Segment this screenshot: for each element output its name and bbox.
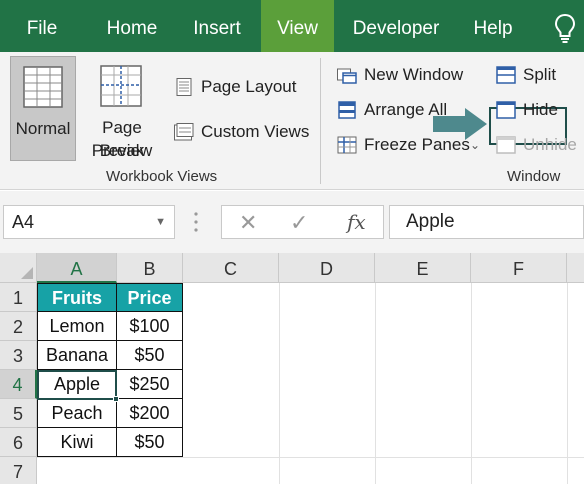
column-header-a[interactable]: A	[37, 253, 117, 283]
pointer-arrow-icon	[433, 108, 487, 140]
custom-views-icon	[174, 123, 194, 141]
gridline	[471, 283, 472, 484]
column-header-f[interactable]: F	[471, 253, 567, 283]
column-header-e[interactable]: E	[375, 253, 471, 283]
fill-handle[interactable]	[113, 396, 119, 402]
gridline	[375, 283, 376, 484]
table-header-price[interactable]: Price	[117, 283, 183, 312]
table-cell[interactable]: Lemon	[37, 312, 117, 341]
column-header-d[interactable]: D	[279, 253, 375, 283]
window-group-label: Window	[507, 168, 561, 185]
row-header-6[interactable]: 6	[0, 428, 37, 457]
normal-view-icon	[23, 66, 63, 108]
ribbon-tab-bar: File Home Insert View Developer Help	[0, 0, 584, 52]
new-window-label: New Window	[364, 65, 464, 84]
formula-buttons: ✕ ✓ fx	[221, 205, 384, 239]
unhide-button[interactable]: Unhide	[496, 132, 580, 158]
cancel-icon[interactable]: ✕	[239, 210, 257, 236]
split-button[interactable]: Split	[496, 62, 566, 88]
formula-input[interactable]: Apple	[389, 205, 584, 239]
row-header-2[interactable]: 2	[0, 312, 37, 341]
split-label: Split	[523, 65, 557, 84]
table-header-fruits[interactable]: Fruits	[37, 283, 117, 312]
hide-icon	[496, 101, 516, 119]
row-header-7[interactable]: 7	[0, 457, 37, 484]
split-icon	[496, 66, 516, 84]
custom-views-button[interactable]: Custom Views	[174, 119, 316, 145]
chevron-down-icon[interactable]: ▼	[155, 206, 166, 238]
page-layout-label: Page Layout	[201, 77, 297, 96]
row-header-5[interactable]: 5	[0, 399, 37, 428]
table-cell[interactable]: $250	[117, 370, 183, 399]
gridline	[567, 283, 568, 484]
tab-file[interactable]: File	[0, 0, 84, 52]
page-layout-button[interactable]: Page Layout	[174, 74, 314, 100]
row-header-3[interactable]: 3	[0, 341, 37, 370]
hide-button[interactable]: Hide	[496, 97, 566, 123]
table-cell[interactable]: $200	[117, 399, 183, 428]
ribbon-view: Normal Page Break Preview Page Layout Cu…	[0, 52, 584, 190]
normal-view-button[interactable]: Normal	[10, 56, 76, 161]
tab-help[interactable]: Help	[464, 0, 522, 52]
select-all-corner[interactable]	[0, 253, 37, 283]
name-box-value: A4	[12, 212, 35, 232]
formula-bar: A4 ▼ ✕ ✓ fx Apple	[0, 191, 584, 253]
page-break-label-line2: Preview	[91, 141, 153, 160]
gridline	[279, 283, 280, 484]
new-window-button[interactable]: New Window	[337, 62, 477, 88]
gridline	[37, 457, 584, 458]
tab-developer[interactable]: Developer	[344, 0, 448, 52]
column-header-c[interactable]: C	[183, 253, 279, 283]
column-header-g[interactable]	[567, 253, 584, 283]
freeze-panes-icon	[337, 136, 357, 154]
page-break-preview-button[interactable]: Page Break Preview	[78, 56, 166, 161]
row-header-4[interactable]: 4	[0, 370, 37, 399]
page-layout-icon	[176, 78, 192, 96]
unhide-icon	[496, 136, 516, 154]
enter-icon[interactable]: ✓	[290, 210, 308, 236]
lightbulb-icon[interactable]	[552, 12, 578, 44]
workbook-views-group-label: Workbook Views	[106, 168, 218, 185]
table-cell[interactable]: Peach	[37, 399, 117, 428]
table-cell[interactable]: $50	[117, 341, 183, 370]
custom-views-label: Custom Views	[201, 122, 310, 141]
table-cell[interactable]: $50	[117, 428, 183, 457]
normal-view-label: Normal	[15, 119, 71, 138]
worksheet-grid: A B C D E F 1 2 3 4 5 6 7 Fruits Price L…	[0, 253, 584, 484]
row-header-1[interactable]: 1	[0, 283, 37, 312]
hide-label: Hide	[523, 100, 558, 119]
arrange-all-icon	[338, 101, 356, 119]
active-cell-border	[37, 370, 117, 400]
unhide-label: Unhide	[523, 135, 577, 154]
ribbon-separator	[320, 58, 321, 184]
insert-function-icon[interactable]: fx	[347, 210, 366, 234]
page-break-preview-icon	[100, 65, 142, 107]
tab-home[interactable]: Home	[96, 0, 168, 52]
tab-insert[interactable]: Insert	[180, 0, 254, 52]
table-cell[interactable]: Banana	[37, 341, 117, 370]
column-header-b[interactable]: B	[117, 253, 183, 283]
table-cell[interactable]: Kiwi	[37, 428, 117, 457]
name-box[interactable]: A4 ▼	[3, 205, 175, 239]
table-cell[interactable]: $100	[117, 312, 183, 341]
new-window-icon	[337, 68, 357, 84]
drag-handle-icon[interactable]	[193, 208, 199, 236]
tab-view[interactable]: View	[261, 0, 334, 52]
